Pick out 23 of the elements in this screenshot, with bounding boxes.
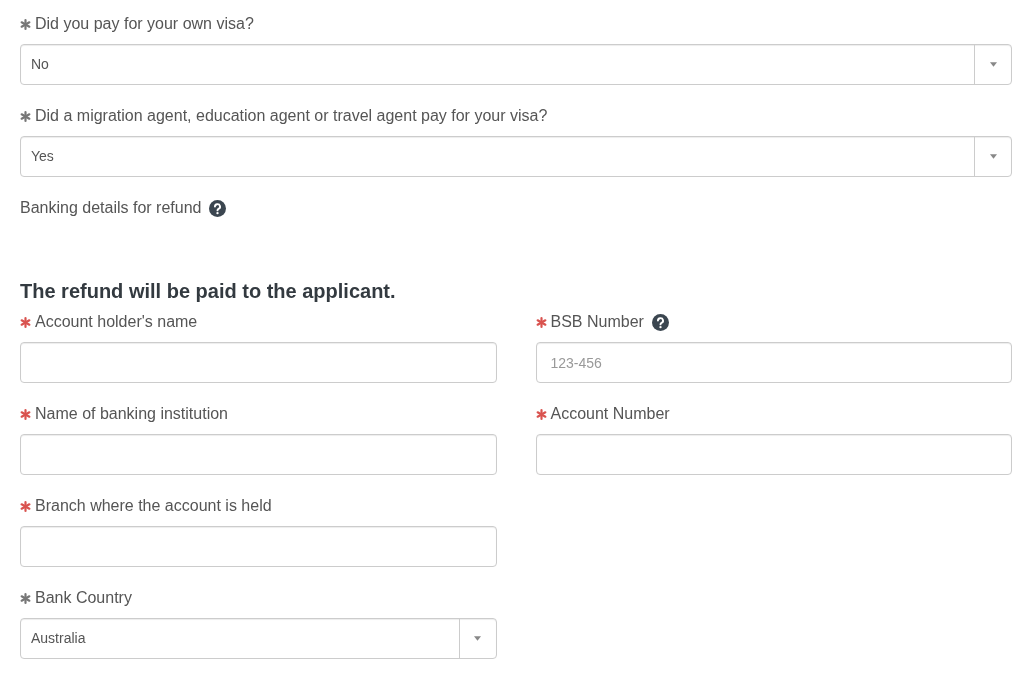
field-label: Bank Country [35,588,132,608]
section-heading: The refund will be paid to the applicant. [20,279,397,303]
field-label: Did a migration agent, education agent or travel agent pay for your visa? [35,106,548,126]
section-label: Banking details for refund [20,198,202,218]
field-label: BSB Number [550,312,644,332]
dropdown[interactable]: Australia [20,618,497,659]
field-label: Account Number [550,404,670,424]
field-label: Did you pay for your own visa? [35,14,254,34]
help-icon[interactable] [651,313,669,331]
dropdown[interactable]: No [20,44,1012,85]
caret-icon [989,154,997,159]
field-label: Branch where the account is held [35,496,272,516]
input-field[interactable] [535,434,1012,475]
input-field[interactable]: 123-456 [535,342,1012,383]
input-field[interactable] [20,342,497,383]
field-label: Name of banking institution [35,404,228,424]
field-label: Account holder's name [35,312,198,332]
input-field[interactable] [20,526,497,567]
caret-icon [989,62,997,67]
help-icon[interactable] [209,199,227,217]
caret-icon [474,636,481,641]
input-field[interactable] [20,434,497,475]
dropdown[interactable]: Yes [20,136,1012,177]
